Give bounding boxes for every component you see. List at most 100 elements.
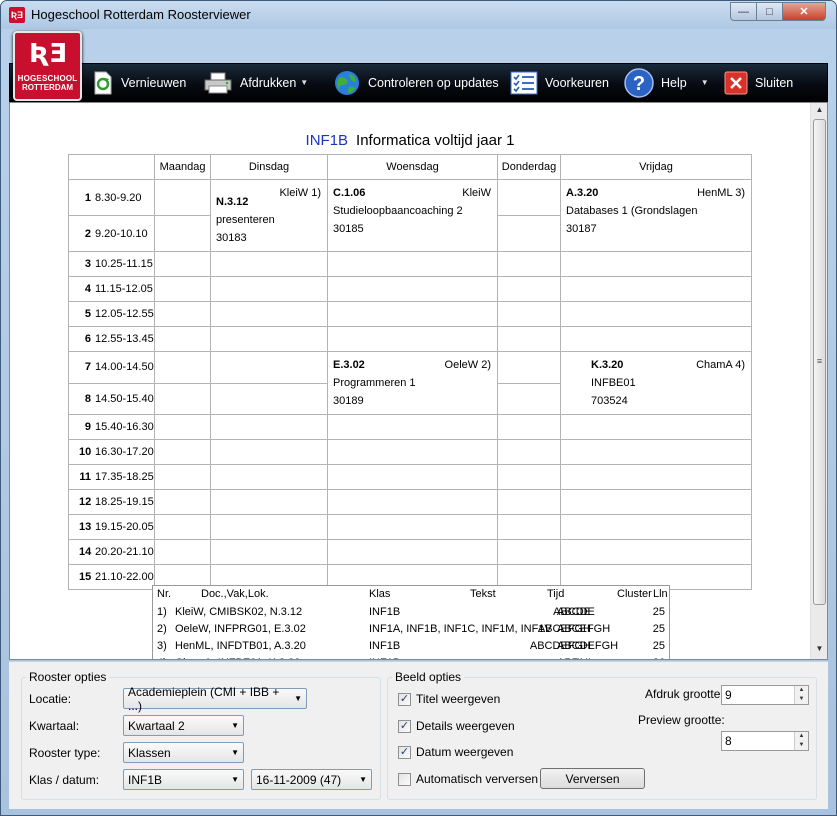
empty-cell: [497, 276, 561, 302]
spin-down-icon[interactable]: ▼: [794, 741, 808, 750]
legend-row: 3) HenML, INFDTB01, A.3.20 INF1B ABCDEFGH AB…: [153, 638, 669, 656]
empty-cell: [497, 251, 561, 277]
beeld-options-title: Beeld opties: [395, 670, 462, 684]
lesson-cell[interactable]: N.3.12 KleiW 1) presenteren 30183: [210, 179, 328, 252]
slot-time: 19.15-20.05: [95, 521, 154, 533]
class-code: INF1B: [305, 132, 349, 149]
lesson-cell[interactable]: E.3.02 OeleW 2) Programmeren 1 30189: [327, 351, 498, 415]
empty-cell: [210, 464, 328, 490]
empty-cell: [210, 439, 328, 465]
time-slot-label: 14 20.20-21.10: [68, 539, 155, 565]
slot-number: 11: [79, 471, 91, 483]
timetable-row: 14 20.20-21.10: [68, 539, 752, 565]
scroll-down-icon[interactable]: ▼: [811, 644, 827, 653]
legend-col-tekst: Tekst: [470, 588, 496, 600]
empty-cell: [327, 326, 498, 352]
logo-text-line1: HOGESCHOOL: [17, 74, 78, 83]
titel-checkbox[interactable]: ✓ Titel weergeven: [398, 692, 500, 706]
time-slot-label: 12 18.25-19.15: [68, 489, 155, 515]
chevron-down-icon[interactable]: ▼: [701, 78, 709, 87]
klas-select[interactable]: INF1B ▼: [123, 769, 244, 790]
lesson-cell[interactable]: K.3.20 ChamA 4) INFBE01 703524: [560, 351, 752, 415]
details-checkbox[interactable]: ✓ Details weergeven: [398, 719, 515, 733]
verversen-button[interactable]: Verversen: [540, 768, 645, 789]
slot-number: 12: [79, 496, 92, 508]
maximize-button[interactable]: □: [756, 2, 783, 21]
datum-label: Datum weergeven: [416, 745, 514, 759]
refresh-button[interactable]: Vernieuwen: [92, 64, 186, 101]
lesson-docent: KleiW 1): [279, 187, 321, 199]
logo-text-line2: ROTTERDAM: [21, 83, 74, 92]
slot-number: 1: [84, 191, 91, 204]
title-bar[interactable]: ƦƎ Hogeschool Rotterdam Roosterviewer — …: [1, 1, 836, 29]
locatie-select[interactable]: Academieplein (CMI + IBB + ...) ▼: [123, 685, 307, 713]
lesson-subject: Databases 1 (Grondslagen: [566, 205, 698, 217]
close-icon: [724, 71, 748, 95]
rooster-type-select[interactable]: Klassen ▼: [123, 742, 244, 763]
window-title: Hogeschool Rotterdam Roosterviewer: [31, 7, 251, 22]
toolbar: Vernieuwen Afdrukken ▼ Controleren op up…: [9, 63, 828, 102]
slot-time: 12.05-12.55: [95, 308, 154, 320]
legend-cluster: ABHI: [557, 657, 583, 659]
chevron-down-icon: ▼: [231, 721, 239, 730]
empty-cell: [327, 539, 498, 565]
legend-col-klas: Klas: [369, 588, 391, 600]
slot-number: 5: [84, 308, 91, 320]
datum-select[interactable]: 16-11-2009 (47) ▼: [251, 769, 372, 790]
legend-nr: 1): [157, 606, 167, 618]
minimize-button[interactable]: —: [730, 2, 757, 21]
lesson-room: A.3.20: [566, 187, 599, 199]
print-size-spinner[interactable]: 9 ▲ ▼: [721, 685, 809, 705]
legend-table: Nr. Doc.,Vak,Lok. Klas Tekst Tijd Cluste…: [152, 585, 670, 659]
legend-nr: 3): [157, 640, 167, 652]
slot-number: 7: [84, 361, 91, 374]
print-button[interactable]: Afdrukken ▼: [203, 64, 308, 101]
day-header: Vrijdag: [560, 154, 752, 180]
lesson-block: E.3.02 OeleW 2) Programmeren 1 30189: [328, 352, 497, 414]
options-panel: Rooster opties Locatie: Academieplein (C…: [9, 661, 828, 809]
auto-refresh-checkbox[interactable]: Automatisch verversen: [398, 772, 538, 786]
scrollbar-thumb[interactable]: ≡: [813, 119, 826, 605]
empty-cell: [327, 464, 498, 490]
empty-cell: [154, 326, 211, 352]
close-app-button[interactable]: Sluiten: [724, 64, 793, 101]
spin-up-icon[interactable]: ▲: [794, 686, 808, 695]
kwartaal-select[interactable]: Kwartaal 2 ▼: [123, 715, 244, 736]
lesson-cell[interactable]: C.1.06 KleiW Studieloopbaancoaching 2 30185: [327, 179, 498, 252]
empty-cell: [327, 414, 498, 440]
lesson-subject: Studieloopbaancoaching 2: [333, 205, 463, 217]
lesson-code: 30185: [333, 223, 364, 235]
preferences-button[interactable]: Voorkeuren: [510, 64, 609, 101]
empty-cell: [560, 539, 752, 565]
spin-up-icon[interactable]: ▲: [794, 732, 808, 741]
timetable-header-row: Maandag Dinsdag Woensdag Donderdag Vrijd…: [68, 154, 752, 180]
titel-label: Titel weergeven: [416, 692, 501, 706]
time-slot-label: 3 10.25-11.15: [68, 251, 155, 277]
check-updates-label: Controleren op updates: [368, 75, 499, 90]
slot-time: 9.20-10.10: [95, 227, 148, 240]
empty-cell: [154, 514, 211, 540]
help-button[interactable]: ? Help ▼: [624, 64, 709, 101]
kwartaal-label: Kwartaal:: [29, 719, 80, 733]
window-close-button[interactable]: ✕: [782, 2, 826, 21]
datum-checkbox[interactable]: ✓ Datum weergeven: [398, 745, 513, 759]
empty-cell: [497, 351, 561, 384]
check-icon: ✓: [398, 692, 411, 706]
vertical-scrollbar[interactable]: ▲ ≡ ▼: [810, 103, 827, 659]
print-label: Afdrukken: [240, 75, 297, 90]
lesson-cell[interactable]: A.3.20 HenML 3) Databases 1 (Grondslagen 30…: [560, 179, 752, 252]
chevron-down-icon[interactable]: ▼: [300, 78, 308, 87]
check-updates-button[interactable]: Controleren op updates: [333, 64, 499, 101]
scroll-up-icon[interactable]: ▲: [811, 105, 827, 114]
spin-down-icon[interactable]: ▼: [794, 695, 808, 704]
empty-cell: [560, 414, 752, 440]
preview-size-spinner[interactable]: 8 ▲ ▼: [721, 731, 809, 751]
timetable-row: 13 19.15-20.05: [68, 514, 752, 540]
chevron-down-icon: ▼: [359, 775, 367, 784]
legend-nr: 2): [157, 623, 167, 635]
time-slot-label: 5 12.05-12.55: [68, 301, 155, 327]
empty-cell: [497, 215, 561, 252]
lesson-room: C.1.06: [333, 187, 366, 199]
empty-cell: [497, 464, 561, 490]
slot-number: 2: [84, 227, 91, 240]
